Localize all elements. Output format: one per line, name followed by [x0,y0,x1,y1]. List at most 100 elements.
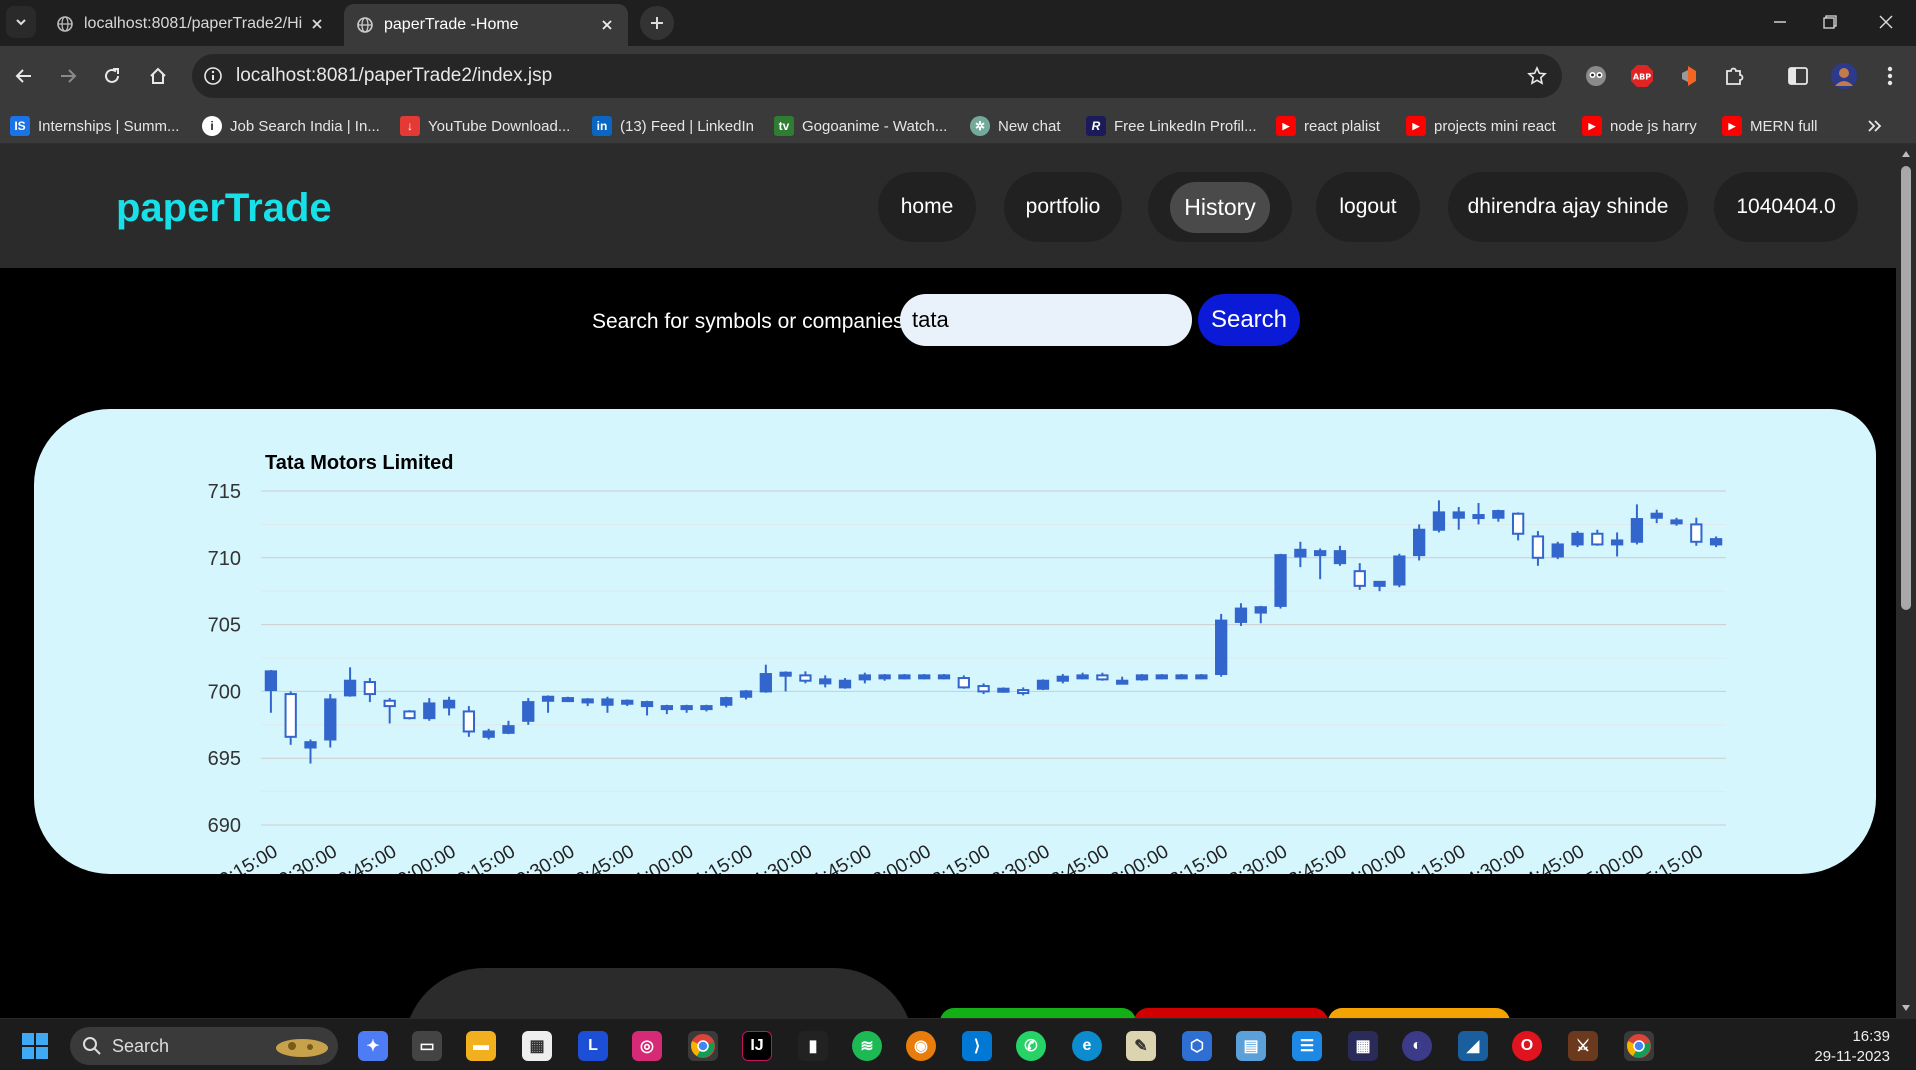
candle[interactable] [878,674,891,681]
profile-avatar-icon[interactable] [1828,60,1860,92]
taskbar-search[interactable]: Search [70,1027,338,1065]
candle[interactable] [522,698,535,725]
close-icon[interactable] [308,15,326,33]
eclipse-icon[interactable]: ◐ [1402,1031,1432,1061]
site-info-icon[interactable] [200,63,226,89]
candle[interactable] [898,674,911,680]
candle[interactable] [1017,687,1030,696]
browser-tab-home[interactable]: paperTrade -Home [344,4,628,46]
candle[interactable] [581,698,594,707]
ms-store-icon[interactable]: ▦ [522,1031,552,1061]
candle[interactable] [1373,580,1386,592]
browser-tab-history[interactable]: localhost:8081/paperTrade2/Hi [44,4,338,44]
bookmark-item[interactable]: in (13) Feed | LinkedIn [592,114,754,138]
bookmark-item[interactable]: ↓ YouTube Download... [400,114,570,138]
candle[interactable] [997,687,1010,693]
new-tab-button[interactable] [640,6,674,40]
site-logo[interactable]: paperTrade [116,186,332,231]
candle[interactable] [403,710,416,720]
extension-owl-icon[interactable] [1580,60,1612,92]
candle[interactable] [324,694,337,748]
nav-history[interactable]: History [1148,172,1292,242]
candle[interactable] [561,696,575,703]
candle[interactable] [1709,536,1723,548]
candle[interactable] [759,664,772,693]
nav-username[interactable]: dhirendra ajay shinde [1448,172,1688,242]
candle[interactable] [1393,553,1406,588]
candle[interactable] [462,706,476,737]
candle[interactable] [1155,674,1168,680]
file-explorer-icon[interactable]: ▬ [466,1031,496,1061]
candle[interactable] [1452,507,1465,530]
candle[interactable] [1234,603,1248,626]
candle[interactable] [1571,531,1584,548]
bookmark-item[interactable]: i Job Search India | In... [202,114,380,138]
candle[interactable] [1492,509,1505,522]
candle[interactable] [1412,524,1426,561]
candle[interactable] [442,696,456,716]
opera-icon[interactable]: O [1512,1031,1542,1061]
candle[interactable] [1333,545,1347,566]
extensions-puzzle-icon[interactable] [1718,60,1750,92]
candle[interactable] [1531,531,1545,566]
nav-logout[interactable]: logout [1316,172,1420,242]
restore-button[interactable] [1802,0,1858,44]
intellij-icon[interactable]: IJ [742,1031,772,1061]
candle[interactable] [1254,605,1267,624]
candle[interactable] [423,698,436,721]
blender-icon[interactable]: ◉ [906,1031,936,1061]
chrome-alt-icon[interactable] [1624,1031,1654,1061]
edge-icon[interactable]: e [1072,1031,1102,1061]
reload-button[interactable] [94,58,130,94]
candle[interactable] [621,699,634,707]
l-app-icon[interactable]: L [578,1031,608,1061]
chrome-icon[interactable] [688,1031,718,1061]
menu-kebab-icon[interactable] [1874,60,1906,92]
audio-bars-icon[interactable]: ▮ [798,1031,828,1061]
game-app-icon[interactable]: ⚔ [1568,1031,1598,1061]
close-icon[interactable] [598,16,616,34]
candle[interactable] [1036,679,1050,691]
minimize-button[interactable] [1752,0,1808,44]
candle[interactable] [779,671,792,692]
candle[interactable] [937,674,951,680]
spotify-icon[interactable]: ≋ [852,1031,882,1061]
paint-icon[interactable]: ✎ [1126,1031,1156,1061]
candle[interactable] [1076,672,1089,680]
candle[interactable] [482,728,495,740]
candle[interactable] [284,691,297,745]
bookmark-item[interactable]: ▶ projects mini react [1406,114,1556,138]
candle[interactable] [1472,503,1485,525]
candle[interactable] [1096,672,1109,681]
candle[interactable] [601,696,614,713]
candle[interactable] [1274,553,1287,609]
candle[interactable] [383,698,396,724]
scrollbar-thumb[interactable] [1901,166,1911,610]
red-button[interactable] [1134,1008,1328,1018]
candle[interactable] [1135,674,1149,681]
candle[interactable] [640,700,654,716]
candle[interactable] [1432,500,1446,533]
bookmark-item[interactable]: ▶ react plalist [1276,114,1380,138]
candle[interactable] [1294,541,1307,568]
candle[interactable] [1314,548,1327,580]
candle[interactable] [720,696,733,708]
green-button[interactable] [940,1008,1136,1018]
candle[interactable] [502,720,515,735]
candle[interactable] [977,683,990,695]
candle[interactable] [1175,674,1188,680]
candle[interactable] [541,695,555,713]
candle[interactable] [918,674,931,680]
candle[interactable] [858,672,871,684]
candle[interactable] [304,739,317,764]
candle[interactable] [838,678,852,689]
candle[interactable] [1511,512,1525,541]
bookmark-item[interactable]: ▶ MERN full [1722,114,1818,138]
whatsapp-icon[interactable]: ✆ [1016,1031,1046,1061]
candle[interactable] [1610,532,1624,557]
candle[interactable] [799,671,812,684]
adblock-plus-icon[interactable]: ABP [1626,60,1658,92]
candle[interactable] [1690,517,1703,546]
candle[interactable] [1650,509,1663,524]
candle[interactable] [739,690,753,700]
